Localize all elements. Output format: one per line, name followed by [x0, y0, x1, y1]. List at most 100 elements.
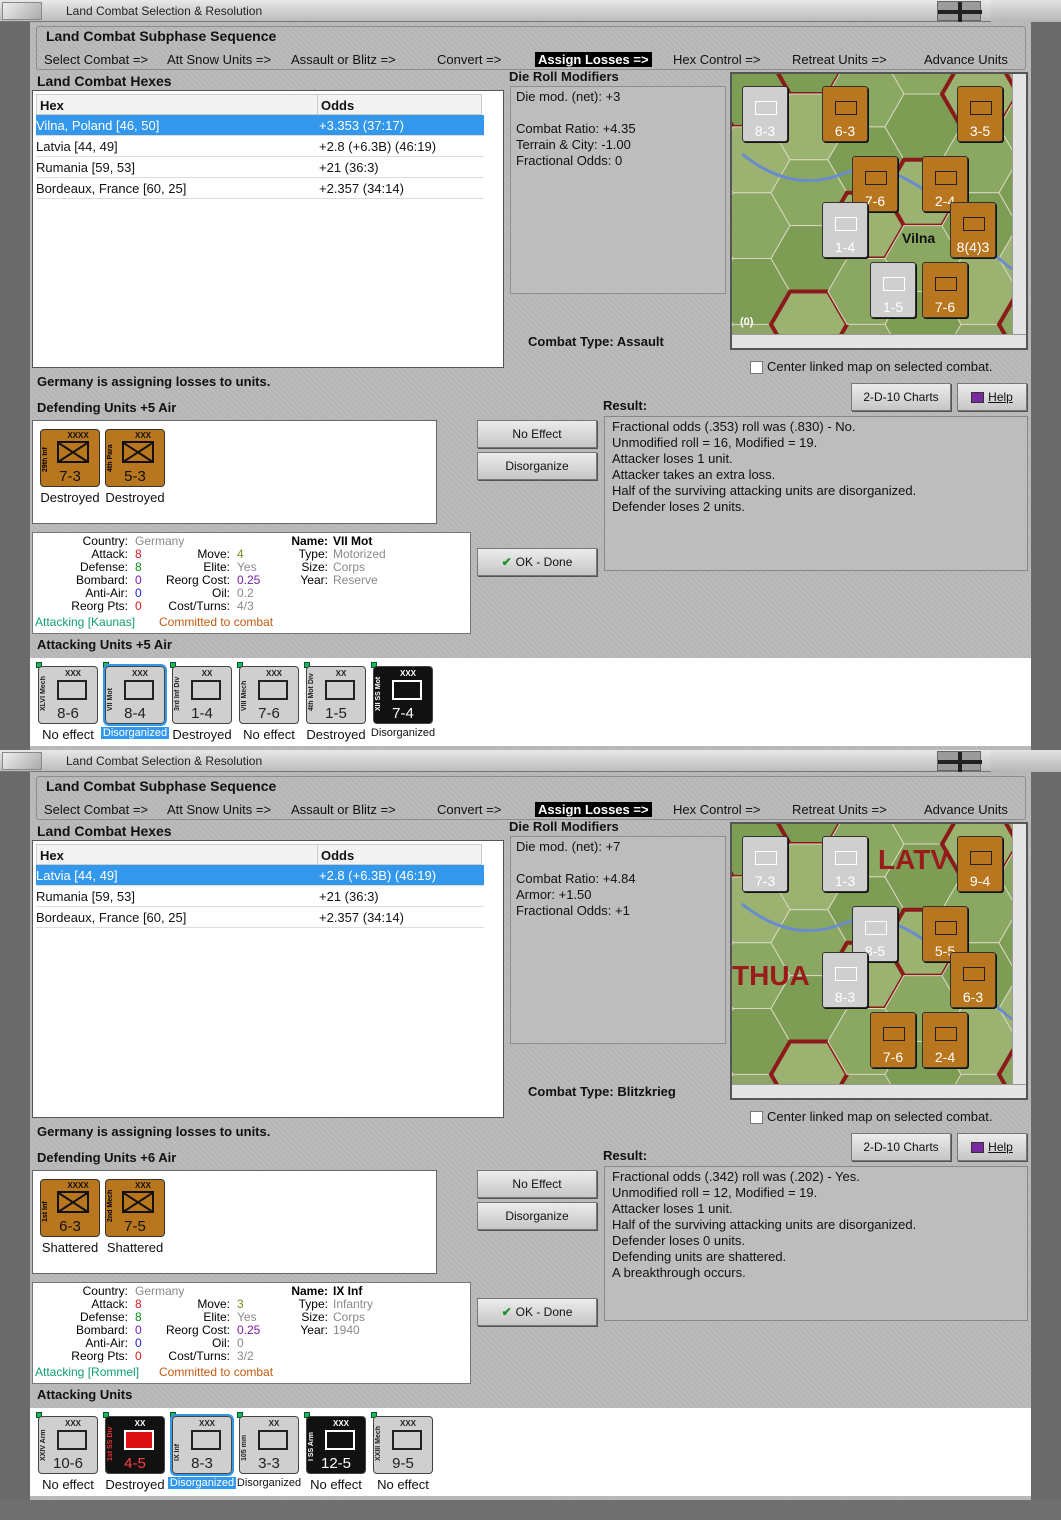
map-horizontal-scrollbar[interactable]: [732, 1084, 1026, 1098]
attacking-unit-status: No effect: [42, 1477, 94, 1492]
map-unit-counter[interactable]: 6-3: [822, 86, 868, 142]
linked-map[interactable]: 7-3 1-3 9-4 8-5 5-5 8-3 6-3 7-6 2-4 LATV THUA: [730, 822, 1028, 1100]
unit-symbol-icon: [835, 851, 857, 865]
col-header-odds[interactable]: Odds: [317, 844, 482, 865]
checkmark-icon: ✔: [501, 1305, 512, 1319]
main-panel: Land Combat Subphase Sequence Select Com…: [30, 22, 1031, 750]
combat-hexes-list[interactable]: Hex Odds Vilna, Poland [46, 50] +3.353 (3…: [32, 90, 504, 368]
result-line: Defending units are shattered.: [612, 1249, 787, 1264]
attacking-unit-counter[interactable]: XXIV Arm XXX 10-6: [38, 1416, 98, 1474]
map-unit-counter[interactable]: 7-6: [922, 262, 968, 318]
attacking-unit-counter[interactable]: 3rd Inf Div XX 1-4: [172, 666, 232, 724]
map-unit-counter[interactable]: 8-3: [742, 86, 788, 142]
col-header-hex[interactable]: Hex: [36, 94, 318, 115]
ok-done-label: OK - Done: [515, 1305, 573, 1319]
attacking-unit-counter[interactable]: VII Mot XXX 8-4: [103, 664, 167, 726]
attacking-unit-counter[interactable]: 1st SS Div XX 4-5: [105, 1416, 165, 1474]
attacking-unit-status: Disorganized: [370, 727, 436, 739]
map-unit-counter[interactable]: 6-3: [950, 952, 996, 1008]
hex-odds: +2.8 (+6.3B) (46:19): [319, 868, 437, 883]
hex-row[interactable]: Bordeaux, France [60, 25] +2.357 (34:14): [36, 907, 484, 928]
unit-value: 4-5: [124, 1455, 146, 1472]
hex-row[interactable]: Rumania [59, 53] +21 (36:3): [36, 157, 484, 178]
no-effect-button[interactable]: No Effect: [477, 420, 597, 448]
map-horizontal-scrollbar[interactable]: [732, 334, 1026, 348]
hexes-label: Land Combat Hexes: [37, 73, 172, 89]
defending-unit-counter[interactable]: 2nd Mech XXX 7-5: [105, 1179, 165, 1237]
unit-symbol-icon: [755, 101, 777, 115]
map-vertical-scrollbar[interactable]: [1012, 74, 1026, 336]
unit-symbol-icon: [835, 217, 857, 231]
window-title: Land Combat Selection & Resolution: [66, 4, 263, 18]
map-unit-counter[interactable]: 7-3: [742, 836, 788, 892]
attacking-unit-counter[interactable]: XII SS Mot XXX 7-4: [373, 666, 433, 724]
map-unit-counter[interactable]: 1-5: [870, 262, 916, 318]
combat-hexes-list[interactable]: Hex Odds Latvia [44, 49] +2.8 (+6.3B) (46…: [32, 840, 504, 1118]
charts-button[interactable]: 2-D-10 Charts: [851, 383, 951, 411]
defending-unit-counter[interactable]: 1st Inf XXXX 6-3: [40, 1179, 100, 1237]
step-convert: Convert =>: [437, 802, 502, 817]
infantry-symbol-icon: [57, 441, 89, 463]
attacking-unit-counter[interactable]: 4th Mot Div XX 1-5: [306, 666, 366, 724]
attacking-unit-counter[interactable]: IX Inf XXX 8-3: [170, 1414, 234, 1476]
unit-size: XX: [268, 1419, 280, 1428]
hex-row[interactable]: Rumania [59, 53] +21 (36:3): [36, 886, 484, 907]
map-unit-counter[interactable]: 8-3: [822, 952, 868, 1008]
center-map-checkbox[interactable]: [750, 1111, 763, 1124]
help-button[interactable]: Help: [957, 1133, 1027, 1161]
sequence-title: Land Combat Subphase Sequence: [46, 28, 277, 44]
result-line: Unmodified roll = 12, Modified = 19.: [612, 1185, 818, 1200]
attacking-unit-status: No effect: [42, 727, 94, 742]
map-label: (0): [740, 316, 754, 328]
defending-unit-counter[interactable]: 4th Para XXX 5-3: [105, 429, 165, 487]
hex-row[interactable]: Bordeaux, France [60, 25] +2.357 (34:14): [36, 178, 484, 199]
window-border-left: [0, 772, 30, 1500]
unit-symbol-icon: [755, 851, 777, 865]
drm-label: Die Roll Modifiers: [509, 69, 619, 84]
unit-size: XXXX: [67, 431, 89, 440]
combat-type-label: Combat Type: Blitzkrieg: [528, 1084, 676, 1099]
map-unit-counter[interactable]: 1-3: [822, 836, 868, 892]
col-header-hex[interactable]: Hex: [36, 844, 318, 865]
center-map-checkbox[interactable]: [750, 361, 763, 374]
col-header-odds[interactable]: Odds: [317, 94, 482, 115]
map-label: Vilna: [902, 230, 936, 246]
help-book-icon: [971, 1142, 985, 1154]
ok-done-button[interactable]: ✔ OK - Done: [477, 548, 597, 576]
ok-done-button[interactable]: ✔ OK - Done: [477, 1298, 597, 1326]
disorganize-button[interactable]: Disorganize: [477, 452, 597, 480]
attacking-unit-counter[interactable]: 105 mm XX 3-3: [239, 1416, 299, 1474]
attacking-unit-counter[interactable]: XLVI Mech XXX 8-6: [38, 666, 98, 724]
map-unit-counter[interactable]: 7-6: [870, 1012, 916, 1068]
attacking-unit-counter[interactable]: VIII Mech XXX 7-6: [239, 666, 299, 724]
map-unit-counter[interactable]: 2-4: [922, 1012, 968, 1068]
step-assign-losses: Assign Losses =>: [535, 802, 652, 817]
attacking-unit-counter[interactable]: XXIII Mech XXX 9-5: [373, 1416, 433, 1474]
map-unit-counter[interactable]: 3-5: [957, 86, 1003, 142]
help-button[interactable]: Help: [957, 383, 1027, 411]
defending-unit-counter[interactable]: 29th Inf XXXX 7-3: [40, 429, 100, 487]
window-controls[interactable]: [991, 0, 1061, 22]
hex-row[interactable]: Vilna, Poland [46, 50] +3.353 (37:17): [36, 115, 484, 136]
title-bar[interactable]: Land Combat Selection & Resolution: [0, 750, 1061, 772]
window-controls[interactable]: [991, 750, 1061, 772]
map-unit-counter[interactable]: 1-4: [822, 202, 868, 258]
unit-value: 6-3: [59, 1218, 81, 1235]
no-effect-button[interactable]: No Effect: [477, 1170, 597, 1198]
attacking-unit-counter[interactable]: I SS Arm XXX 12-5: [306, 1416, 366, 1474]
unit-symbol-icon: [392, 680, 422, 700]
infantry-symbol-icon: [122, 441, 154, 463]
linked-map[interactable]: 8-3 6-3 3-5 7-6 2-4 1-4 8(4)3 1-5 7-6 Vilna (0): [730, 72, 1028, 350]
title-bar[interactable]: Land Combat Selection & Resolution: [0, 0, 1061, 22]
hex-row[interactable]: Latvia [44, 49] +2.8 (+6.3B) (46:19): [36, 865, 484, 886]
unit-size: XXXX: [67, 1181, 89, 1190]
disorganize-button[interactable]: Disorganize: [477, 1202, 597, 1230]
drm-line: Combat Ratio: +4.35: [516, 121, 636, 136]
map-vertical-scrollbar[interactable]: [1012, 824, 1026, 1086]
charts-button[interactable]: 2-D-10 Charts: [851, 1133, 951, 1161]
counter-value: 9-4: [969, 873, 991, 889]
hex-row[interactable]: Latvia [44, 49] +2.8 (+6.3B) (46:19): [36, 136, 484, 157]
map-unit-counter[interactable]: 8(4)3: [950, 202, 996, 258]
map-label: LATV: [878, 844, 950, 875]
map-unit-counter[interactable]: 9-4: [957, 836, 1003, 892]
